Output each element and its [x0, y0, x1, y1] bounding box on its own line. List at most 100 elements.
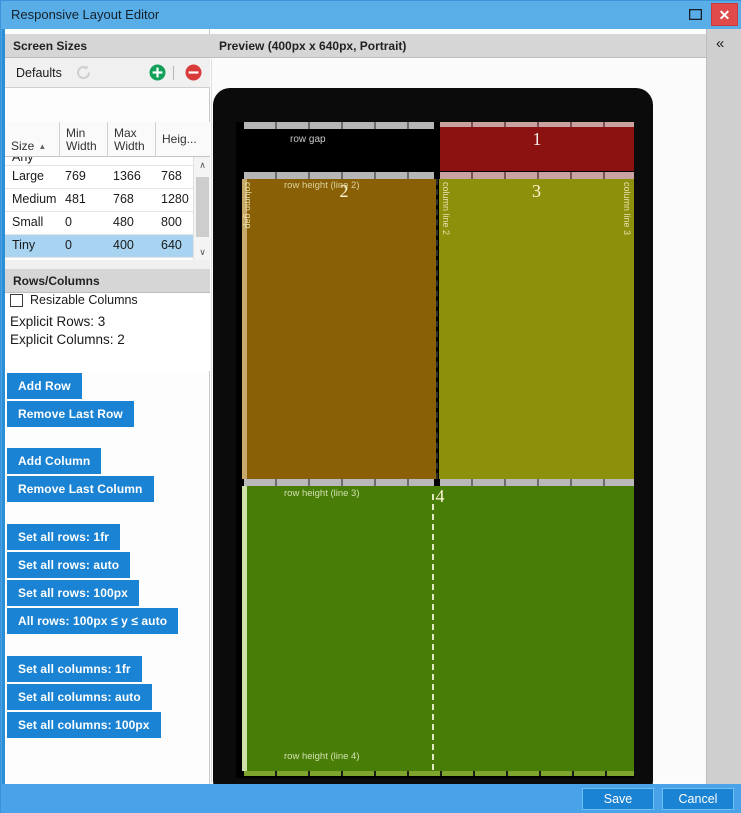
client-area: Screen Sizes Defaults Size ▲ Min Width M…: [2, 29, 741, 798]
rows-columns-title: Rows/Columns: [13, 274, 100, 288]
window-title: Responsive Layout Editor: [11, 7, 160, 22]
table-cell: 640: [161, 238, 182, 252]
resizable-columns-checkbox[interactable]: [10, 293, 23, 307]
row-height-line-2-label: row height (line 2): [284, 180, 360, 191]
table-scrollbar[interactable]: ∧ ∨: [193, 157, 211, 260]
grid-cell-4[interactable]: 4: [244, 486, 634, 771]
table-cell: 1366: [113, 169, 141, 183]
column-line-2-divider: [436, 179, 438, 479]
defaults-label: Defaults: [16, 66, 62, 80]
grid-cell-1[interactable]: 1: [440, 127, 634, 171]
table-cell: 0: [65, 238, 72, 252]
table-cell: Tiny: [12, 238, 36, 252]
restore-icon[interactable]: [684, 5, 706, 25]
cancel-button[interactable]: Cancel: [662, 788, 734, 810]
grid-cell-3-number: 3: [532, 181, 541, 201]
grid-cell-3[interactable]: 3: [439, 179, 634, 479]
resizable-columns-label: Resizable Columns: [30, 293, 138, 307]
left-panel: Screen Sizes Defaults Size ▲ Min Width M…: [2, 29, 211, 784]
remove-screen-size-button[interactable]: [185, 64, 202, 81]
tick-strip-top-left-ticks: [244, 122, 434, 129]
column-line-dashed-divider: [432, 494, 434, 770]
scrollbar-thumb[interactable]: [196, 177, 209, 237]
save-button[interactable]: Save: [582, 788, 654, 810]
tick-strip-row2-left: [244, 172, 434, 179]
column-header-size[interactable]: Size ▲: [5, 122, 60, 157]
action-button-add-column[interactable]: Add Column: [7, 448, 102, 474]
action-button-set-all-columns-1fr[interactable]: Set all columns: 1fr: [7, 656, 142, 682]
table-cell: Large: [12, 169, 44, 183]
table-cell: 481: [65, 192, 86, 206]
action-button-set-all-rows-100px[interactable]: Set all rows: 100px: [7, 580, 139, 606]
screen-sizes-table: Size ▲ Min Width Max Width Heig... Any La…: [5, 122, 211, 260]
table-header-row: Size ▲ Min Width Max Width Heig...: [5, 122, 210, 157]
action-button-set-all-columns-100px[interactable]: Set all columns: 100px: [7, 712, 161, 738]
action-button-set-all-rows-auto[interactable]: Set all rows: auto: [7, 552, 131, 578]
right-collapsed-panel[interactable]: «: [706, 29, 741, 784]
action-button-all-rows-100px-y-auto[interactable]: All rows: 100px ≤ y ≤ auto: [7, 608, 179, 634]
column-header-height[interactable]: Heig...: [156, 122, 210, 157]
table-cell: 0: [65, 215, 72, 229]
table-row[interactable]: Medium 481 768 1280: [5, 189, 193, 212]
table-row[interactable]: Tiny 0 400 640: [5, 235, 193, 258]
column-gap-strip-bottom: [242, 486, 247, 771]
preview-body: 1 row gap 2 3 row height (line 2) column…: [211, 59, 705, 798]
table-cell: 400: [113, 238, 134, 252]
scroll-up-icon[interactable]: ∧: [194, 157, 211, 173]
action-button-remove-last-row[interactable]: Remove Last Row: [7, 401, 134, 427]
title-bar: Responsive Layout Editor ✕: [1, 1, 741, 29]
tick-strip-bottom: [244, 771, 634, 776]
action-button-remove-last-column[interactable]: Remove Last Column: [7, 476, 154, 502]
table-cell: 480: [113, 215, 134, 229]
table-row[interactable]: Large 769 1366 768: [5, 166, 193, 189]
grid-cell-2[interactable]: 2: [244, 179, 436, 479]
row-height-line-3-label: row height (line 3): [284, 488, 360, 499]
table-cell: Medium: [12, 192, 57, 206]
screen-sizes-header: Screen Sizes: [5, 34, 210, 58]
preview-panel: Preview (400px x 640px, Portrait) 1 row …: [210, 29, 706, 798]
explicit-rows-value: Explicit Rows: 3: [10, 314, 106, 329]
explicit-columns-value: Explicit Columns: 2: [10, 332, 125, 347]
table-body[interactable]: Any Large 769 1366 768 Medium 481 768 1280 Small 0…: [5, 157, 193, 260]
add-screen-size-button[interactable]: [149, 64, 166, 81]
preview-header: Preview (400px x 640px, Portrait): [210, 34, 706, 58]
rows-columns-body: Resizable Columns Explicit Rows: 3 Expli…: [5, 293, 210, 371]
column-line-3-label: column line 3: [622, 182, 632, 236]
window-controls: ✕: [684, 3, 738, 26]
table-cell: 1280: [161, 192, 189, 206]
action-button-add-row[interactable]: Add Row: [7, 373, 82, 399]
table-row[interactable]: Small 0 480 800: [5, 212, 193, 235]
column-header-min-width-label: Min Width: [66, 125, 97, 153]
screen-sizes-title: Screen Sizes: [13, 39, 88, 53]
rows-columns-header: Rows/Columns: [5, 269, 210, 293]
app-window: Responsive Layout Editor ✕ Screen Sizes …: [0, 0, 741, 813]
chevron-double-left-icon[interactable]: «: [716, 35, 724, 52]
table-cell: 768: [113, 192, 134, 206]
action-button-set-all-rows-1fr[interactable]: Set all rows: 1fr: [7, 524, 121, 550]
resizable-columns-checkbox-row[interactable]: Resizable Columns: [10, 293, 138, 307]
row-gap-label: row gap: [290, 134, 326, 145]
grid-cell-4-number: 4: [435, 486, 445, 506]
preview-title: Preview (400px x 640px, Portrait): [219, 39, 407, 53]
scroll-down-icon[interactable]: ∨: [194, 244, 211, 260]
table-cell: 768: [161, 169, 182, 183]
device-screen[interactable]: 1 row gap 2 3 row height (line 2) column…: [236, 122, 634, 778]
column-header-size-label: Size: [11, 139, 35, 154]
table-cell: 800: [161, 215, 182, 229]
table-cell: Any: [12, 157, 34, 164]
defaults-toolbar: Defaults: [5, 58, 210, 88]
close-icon[interactable]: ✕: [711, 3, 738, 26]
column-gap-label: column gap: [243, 182, 253, 229]
column-header-min-width[interactable]: Min Width: [60, 122, 108, 157]
tick-strip-row3-left: [244, 479, 434, 486]
column-header-height-label: Heig...: [162, 132, 197, 147]
column-header-max-width[interactable]: Max Width: [108, 122, 156, 157]
table-row[interactable]: Any: [5, 157, 193, 166]
tick-strip-row2-right: [440, 172, 634, 179]
table-footer: [5, 260, 210, 269]
refresh-icon[interactable]: [75, 64, 92, 81]
table-cell: 769: [65, 169, 86, 183]
action-button-set-all-columns-auto[interactable]: Set all columns: auto: [7, 684, 152, 710]
device-frame: 1 row gap 2 3 row height (line 2) column…: [213, 88, 653, 798]
close-glyph: ✕: [718, 6, 731, 23]
